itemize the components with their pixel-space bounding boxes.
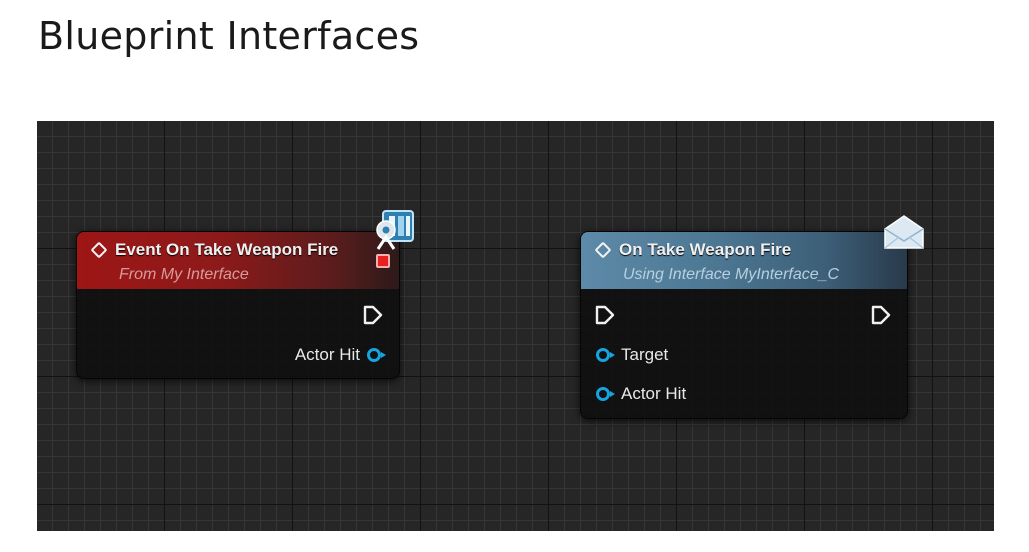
call-node-header[interactable]: On Take Weapon Fire Using Interface MyIn…	[581, 232, 907, 289]
delegate-output-pin[interactable]	[376, 254, 390, 268]
actor-hit-output-label: Actor Hit	[294, 345, 360, 364]
target-input-pin-icon[interactable]	[596, 348, 615, 362]
page-title: Blueprint Interfaces	[38, 14, 420, 58]
event-node-subtitle: From My Interface	[119, 266, 249, 283]
actor-hit-input-label: Actor Hit	[621, 384, 687, 403]
actor-hit-input-pin-icon[interactable]	[596, 387, 615, 401]
envelope-icon	[884, 215, 924, 249]
actor-hit-output-pin[interactable]: Actor Hit	[294, 345, 386, 365]
call-node-subtitle: Using Interface MyInterface_C	[623, 266, 840, 283]
event-node-header[interactable]: Event On Take Weapon Fire From My Interf…	[77, 232, 399, 289]
exec-input-pin-icon[interactable]	[594, 304, 616, 326]
event-node[interactable]: Event On Take Weapon Fire From My Interf…	[76, 231, 400, 379]
call-diamond-icon	[594, 241, 612, 259]
call-node-title: On Take Weapon Fire	[619, 240, 792, 259]
actor-hit-input-pin[interactable]: Actor Hit	[596, 384, 686, 404]
event-diamond-icon	[90, 241, 108, 259]
blueprint-graph-canvas[interactable]: Event On Take Weapon Fire From My Interf…	[37, 121, 994, 531]
actor-hit-output-pin-icon[interactable]	[367, 348, 386, 362]
event-node-title: Event On Take Weapon Fire	[115, 240, 339, 259]
target-input-label: Target	[621, 345, 669, 364]
exec-output-pin-icon[interactable]	[362, 304, 384, 326]
exec-output-pin-icon[interactable]	[870, 304, 892, 326]
interface-event-icon	[376, 210, 414, 250]
target-input-pin[interactable]: Target	[596, 345, 668, 365]
interface-call-node[interactable]: On Take Weapon Fire Using Interface MyIn…	[580, 231, 908, 419]
